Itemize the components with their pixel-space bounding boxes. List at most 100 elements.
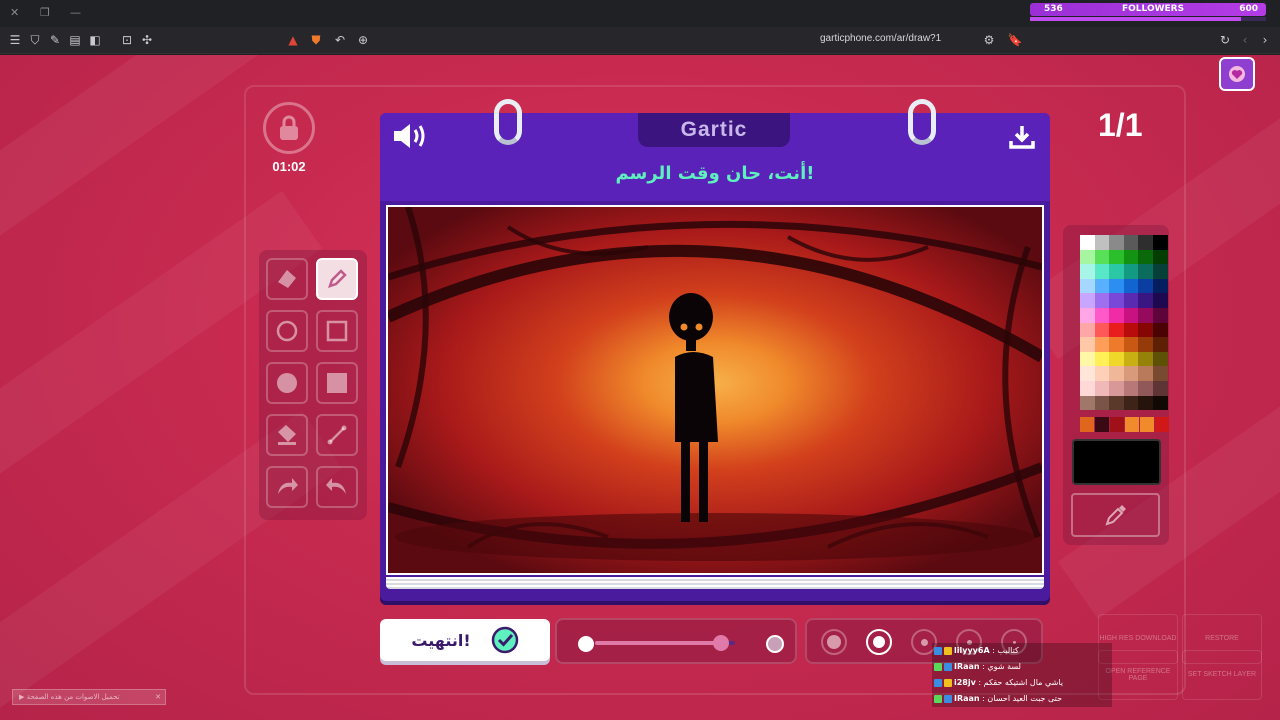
puzzle-icon[interactable]: ✣ [139, 32, 155, 48]
ellipse-tool[interactable] [266, 310, 308, 352]
color-swatch[interactable] [1094, 249, 1110, 265]
current-color-swatch[interactable] [1072, 439, 1161, 485]
drawing-canvas[interactable] [386, 205, 1044, 575]
color-swatch[interactable] [1138, 337, 1153, 352]
recent-color-swatch[interactable] [1095, 417, 1109, 432]
color-swatch[interactable] [1138, 293, 1153, 308]
recent-color-swatch[interactable] [1125, 417, 1139, 432]
eyedropper-button[interactable] [1071, 493, 1160, 537]
color-swatch[interactable] [1138, 351, 1153, 367]
redo-tool[interactable] [266, 466, 308, 508]
color-swatch[interactable] [1109, 366, 1124, 381]
lock-button[interactable] [263, 102, 315, 154]
color-swatch[interactable] [1109, 351, 1124, 367]
tabs-icon[interactable]: ▤ [67, 32, 83, 48]
color-swatch[interactable] [1094, 235, 1110, 250]
color-swatch[interactable] [1138, 307, 1153, 323]
color-swatch[interactable] [1109, 307, 1124, 323]
color-swatch[interactable] [1094, 366, 1110, 381]
shield-icon[interactable]: ⛉ [27, 32, 43, 48]
color-swatch[interactable] [1109, 395, 1124, 411]
recent-color-swatch[interactable] [1155, 417, 1169, 432]
color-swatch[interactable] [1152, 249, 1168, 265]
rectangle-tool[interactable] [316, 310, 358, 352]
color-palette[interactable] [1080, 235, 1168, 411]
color-swatch[interactable] [1138, 278, 1153, 294]
color-swatch[interactable] [1094, 395, 1110, 411]
color-swatch[interactable] [1094, 307, 1110, 323]
opacity-slider-thumb[interactable] [713, 635, 729, 651]
color-swatch[interactable] [1138, 380, 1153, 396]
color-swatch[interactable] [1123, 293, 1139, 308]
color-swatch[interactable] [1152, 366, 1168, 381]
brave-rewards-icon[interactable]: ▲ [285, 32, 301, 48]
color-swatch[interactable] [1080, 249, 1095, 265]
recent-color-swatch[interactable] [1080, 417, 1094, 432]
download-icon[interactable] [1008, 123, 1036, 151]
pencil-tool[interactable] [316, 258, 358, 300]
color-swatch[interactable] [1152, 395, 1168, 411]
extensions-icon[interactable]: ✎ [47, 32, 63, 48]
color-swatch[interactable] [1123, 366, 1139, 381]
color-swatch[interactable] [1123, 322, 1139, 338]
close-window-icon[interactable]: ✕ [10, 6, 19, 19]
color-swatch[interactable] [1152, 293, 1168, 308]
line-tool[interactable] [316, 414, 358, 456]
color-swatch[interactable] [1080, 380, 1095, 396]
sound-download-banner[interactable]: ▶ تحميل الاصوات من هذه الصفحة ✕ [12, 689, 166, 705]
done-button[interactable]: انتهيت! [380, 619, 550, 661]
color-swatch[interactable] [1123, 235, 1139, 250]
address-bar-url[interactable]: garticphone.com/ar/draw?1 [820, 33, 941, 44]
color-swatch[interactable] [1080, 395, 1095, 411]
color-swatch[interactable] [1080, 366, 1095, 381]
eraser-tool[interactable] [266, 258, 308, 300]
close-icon[interactable]: ✕ [155, 690, 161, 704]
color-swatch[interactable] [1152, 278, 1168, 294]
color-swatch[interactable] [1094, 380, 1110, 396]
sidebar-icon[interactable]: ◧ [87, 32, 103, 48]
color-swatch[interactable] [1123, 351, 1139, 367]
color-swatch[interactable] [1080, 293, 1095, 308]
fill-bucket-tool[interactable] [266, 414, 308, 456]
color-swatch[interactable] [1094, 337, 1110, 352]
color-swatch[interactable] [1080, 322, 1095, 338]
color-swatch[interactable] [1123, 395, 1139, 411]
speaker-icon[interactable] [392, 121, 428, 151]
forward-icon[interactable]: › [1257, 32, 1273, 48]
color-swatch[interactable] [1109, 278, 1124, 294]
screenshot-icon[interactable]: ⊡ [119, 32, 135, 48]
recent-color-swatch[interactable] [1110, 417, 1124, 432]
reload-icon[interactable]: ↻ [1217, 32, 1233, 48]
minimize-window-icon[interactable]: — [70, 6, 81, 19]
menu-icon[interactable]: ☰ [7, 32, 23, 48]
color-swatch[interactable] [1152, 337, 1168, 352]
color-swatch[interactable] [1094, 264, 1110, 279]
profile-button[interactable] [1219, 57, 1255, 91]
color-swatch[interactable] [1109, 322, 1124, 338]
color-swatch[interactable] [1080, 337, 1095, 352]
color-swatch[interactable] [1152, 307, 1168, 323]
zoom-icon[interactable]: ⊕ [355, 32, 371, 48]
color-swatch[interactable] [1123, 278, 1139, 294]
color-swatch[interactable] [1152, 380, 1168, 396]
color-swatch[interactable] [1109, 380, 1124, 396]
color-swatch[interactable] [1109, 264, 1124, 279]
color-swatch[interactable] [1123, 307, 1139, 323]
color-swatch[interactable] [1080, 264, 1095, 279]
brave-shield-icon[interactable]: ⛊ [308, 32, 324, 48]
color-swatch[interactable] [1138, 235, 1153, 250]
color-swatch[interactable] [1123, 380, 1139, 396]
color-swatch[interactable] [1109, 293, 1124, 308]
restore-window-icon[interactable]: ❐ [40, 6, 50, 19]
color-swatch[interactable] [1080, 351, 1095, 367]
opacity-slider-track[interactable] [595, 635, 735, 651]
site-settings-icon[interactable]: ⚙ [981, 32, 997, 48]
color-swatch[interactable] [1094, 351, 1110, 367]
color-swatch[interactable] [1080, 278, 1095, 294]
color-swatch[interactable] [1109, 249, 1124, 265]
color-swatch[interactable] [1123, 249, 1139, 265]
color-swatch[interactable] [1152, 351, 1168, 367]
color-swatch[interactable] [1080, 307, 1095, 323]
color-swatch[interactable] [1123, 264, 1139, 279]
color-swatch[interactable] [1138, 264, 1153, 279]
